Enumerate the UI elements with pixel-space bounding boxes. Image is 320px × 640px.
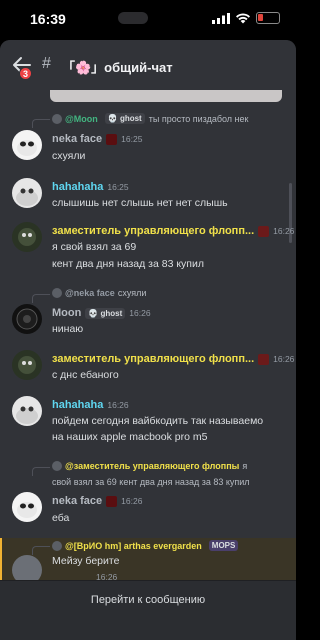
message-text: на наших apple macbook pro m5 [52, 431, 208, 443]
author-name[interactable]: заместитель управляющего флопп... [52, 225, 254, 237]
message-text: нинаю [52, 323, 84, 335]
message-text: слышишь нет слышь нет нет слышь [52, 197, 228, 209]
reply-preview[interactable]: @[ВрИО hm] arthas evergarden MOPS [32, 540, 239, 555]
image-attachment-preview[interactable] [50, 90, 282, 102]
wifi-icon [236, 13, 250, 24]
message-text: с днс ебаного [52, 369, 119, 381]
reply-author: @Moon [65, 113, 98, 124]
timestamp: 16:26 [129, 308, 151, 318]
message-author-row: заместитель управляющего флопп... 16:26 [52, 353, 294, 365]
author-name[interactable]: neka face [52, 495, 102, 507]
dynamic-island [118, 12, 148, 24]
author-name[interactable]: заместитель управляющего флопп... [52, 353, 254, 365]
author-name[interactable]: hahahaha [52, 399, 103, 411]
reply-author: @[ВрИО hm] arthas evergarden [65, 540, 202, 551]
avatar[interactable] [12, 222, 42, 252]
reply-text: ты просто пиздабол нек [148, 113, 249, 124]
timestamp: 16:25 [121, 134, 143, 144]
jump-to-message-button[interactable]: Перейти к сообщению [0, 594, 296, 606]
message-text: кент два дня назад за 83 купил [52, 258, 204, 270]
message-author-row: Moon 💀 ghost 16:26 [52, 307, 151, 319]
reply-avatar [52, 540, 62, 551]
timestamp: 16:26 [121, 496, 143, 506]
reply-preview[interactable]: @Moon 💀 ghost ты просто пиздабол нек [32, 113, 249, 128]
message-author-row: hahahaha 16:25 [52, 181, 129, 193]
message-author-row: hahahaha 16:26 [52, 399, 129, 411]
author-name[interactable]: hahahaha [52, 181, 103, 193]
reply-avatar [52, 288, 62, 298]
avatar[interactable] [12, 304, 42, 334]
mops-tag: MOPS [208, 540, 239, 551]
author-name[interactable]: neka face [52, 133, 102, 145]
message-text: я свой взял за 69 [52, 241, 137, 253]
cellular-signal-icon [212, 13, 230, 24]
avatar[interactable] [12, 492, 42, 522]
message-text: еба [52, 512, 70, 524]
ghost-tag: 💀 ghost [85, 307, 126, 319]
message-text: Мейзу берите [52, 555, 120, 567]
message-text: схуяли [52, 150, 86, 162]
message-author-row: заместитель управляющего флопп... 16:26 [52, 225, 294, 237]
ghost-tag: 💀 ghost [104, 113, 145, 124]
unread-badge: 3 [19, 67, 32, 80]
reply-text: я [242, 461, 248, 471]
message-author-row: neka face 16:26 [52, 495, 142, 507]
timestamp: 16:26 [273, 354, 295, 364]
reply-text-continued: свой взял за 69 кент два дня назад за 83… [52, 477, 250, 487]
avatar[interactable] [12, 130, 42, 160]
reply-avatar [52, 461, 62, 471]
reply-avatar [52, 113, 62, 124]
timestamp: 16:26 [273, 226, 295, 236]
timestamp: 16:26 [107, 400, 129, 410]
role-icon [258, 353, 270, 365]
avatar[interactable] [12, 396, 42, 426]
reply-author: @neka face [65, 288, 115, 298]
reply-preview[interactable]: @neka face схуяли [32, 288, 147, 303]
channel-hash-icon: # [42, 55, 51, 72]
battery-icon [256, 12, 280, 24]
author-name[interactable]: Moon [52, 307, 81, 319]
avatar[interactable] [12, 178, 42, 208]
channel-header: 3 # 「🌸」общий-чат [0, 40, 296, 90]
role-icon [106, 495, 118, 507]
avatar[interactable] [12, 350, 42, 380]
jump-bar: Перейти к сообщению [0, 580, 296, 640]
message-author-row: neka face 16:25 [52, 133, 142, 145]
timestamp: 16:25 [107, 182, 129, 192]
role-icon [106, 133, 118, 145]
reply-text: схуяли [117, 288, 147, 298]
role-icon [258, 225, 270, 237]
channel-title[interactable]: 「🌸」общий-чат [62, 57, 173, 76]
status-time: 16:39 [30, 11, 66, 27]
reply-preview[interactable]: @заместитель управляющего флоппы я [32, 461, 248, 476]
thread-sheet: 3 # 「🌸」общий-чат @Moon 💀 ghost ты просто… [0, 40, 296, 640]
reply-author: @заместитель управляющего флоппы [65, 461, 240, 471]
message-text: пойдем сегодня вайбкодить так называемо [52, 415, 264, 427]
status-bar: 16:39 [0, 0, 296, 40]
